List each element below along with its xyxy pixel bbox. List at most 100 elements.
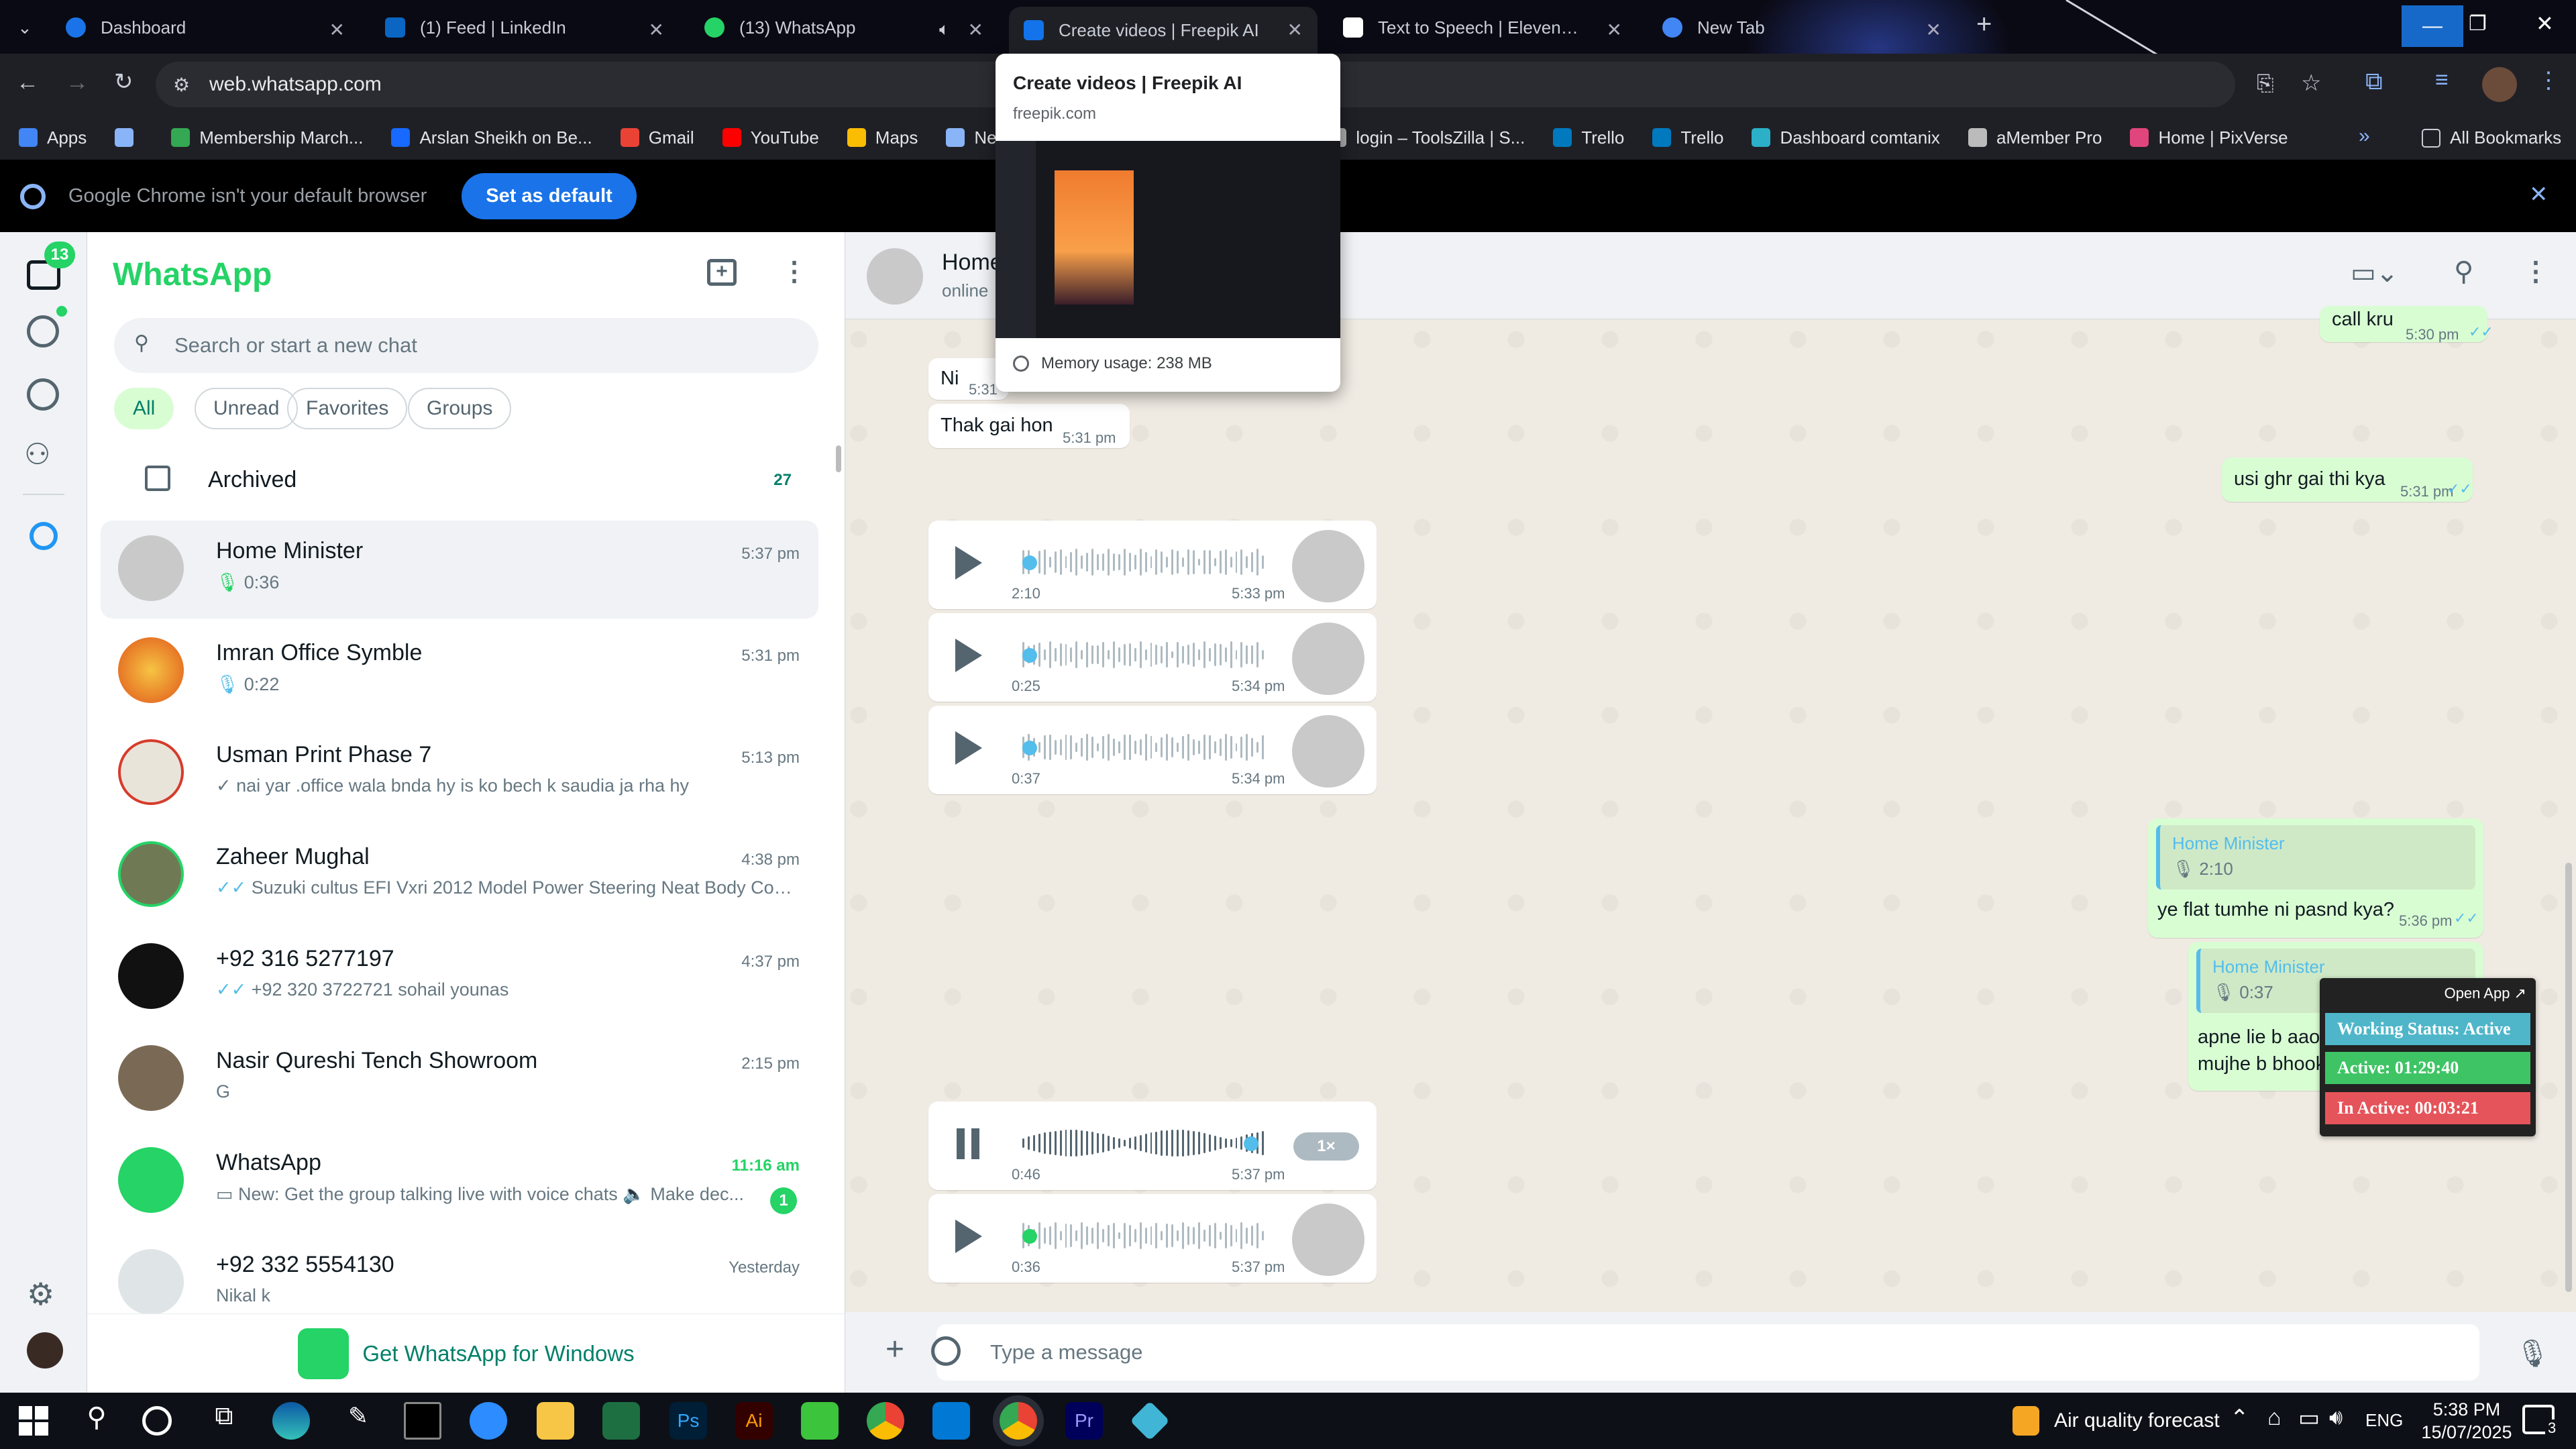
cortana-icon[interactable] xyxy=(142,1406,172,1436)
close-tab-icon[interactable]: ✕ xyxy=(329,19,345,41)
waveform[interactable] xyxy=(1022,733,1265,762)
bookmark-trello[interactable]: Trello xyxy=(1553,127,1624,148)
illustrator-icon[interactable]: Ai xyxy=(735,1402,773,1440)
tab-elevenlabs[interactable]: Text to Speech | ElevenLabs ✕ xyxy=(1328,7,1637,48)
open-app-link[interactable]: Open App ↗ xyxy=(2445,985,2526,1002)
bookmark-youtube[interactable]: YouTube xyxy=(722,127,819,148)
tab-whatsapp[interactable]: (13) WhatsApp 🔈︎ ✕ xyxy=(690,7,998,48)
scrollbar[interactable] xyxy=(2565,863,2572,1292)
search-input[interactable]: ⚲ Search or start a new chat xyxy=(114,318,818,373)
chat-item-imran[interactable]: Imran Office Symble 5:31 pm 🎙︎ 0:22 xyxy=(101,623,818,720)
meta-ai-icon[interactable] xyxy=(30,522,58,550)
language-indicator[interactable]: ENG xyxy=(2365,1410,2403,1431)
restore-button[interactable]: ❐ xyxy=(2469,12,2487,36)
sticker-icon[interactable] xyxy=(931,1336,961,1366)
message-input[interactable]: Type a message xyxy=(931,1324,2479,1381)
media-control-icon[interactable]: ≡ xyxy=(2435,67,2449,93)
message-out[interactable]: call kru 5:30 pm ✓✓ xyxy=(2320,306,2493,343)
chat-item-usman[interactable]: Usman Print Phase 7 5:13 pm ✓ nai yar .o… xyxy=(101,724,818,822)
voice-message[interactable]: 2:10 5:33 pm xyxy=(928,521,1377,609)
reload-icon[interactable]: ↻ xyxy=(114,68,133,95)
settings-icon[interactable]: ⚙ xyxy=(27,1276,54,1312)
mic-icon[interactable]: 🎙︎ xyxy=(2516,1338,2550,1369)
tab-freepik[interactable]: Create videos | Freepik AI ✕ xyxy=(1009,7,1318,54)
waveform-scrubber[interactable] xyxy=(1022,741,1037,755)
contact-avatar[interactable] xyxy=(867,248,923,305)
voice-message-playing[interactable]: 0:46 5:37 pm 1× xyxy=(928,1102,1377,1190)
play-icon[interactable] xyxy=(955,1220,982,1253)
profile-avatar[interactable] xyxy=(27,1332,63,1368)
chrome-icon[interactable] xyxy=(867,1402,904,1440)
voice-message[interactable]: 0:37 5:34 pm xyxy=(928,706,1377,794)
bookmark-pixverse[interactable]: Home | PixVerse xyxy=(2130,127,2288,148)
premiere-icon[interactable]: Pr xyxy=(1065,1402,1103,1440)
speaker-icon[interactable]: 🔈︎ xyxy=(939,19,950,40)
chat-item-number-1[interactable]: +92 316 5277197 4:37 pm ✓✓ +92 320 37227… xyxy=(101,928,818,1026)
tab-linkedin[interactable]: (1) Feed | LinkedIn ✕ xyxy=(370,7,679,48)
bookmark-membership[interactable]: Membership March... xyxy=(171,127,363,148)
status-nav-icon[interactable] xyxy=(27,315,59,347)
play-icon[interactable] xyxy=(955,731,982,765)
new-chat-icon[interactable]: + xyxy=(707,259,737,286)
waveform-scrubber[interactable] xyxy=(1022,1229,1037,1244)
communities-nav-icon[interactable]: ⚇ xyxy=(24,437,50,472)
app-green-icon[interactable] xyxy=(801,1402,839,1440)
site-info-icon[interactable]: ⚙ xyxy=(173,74,190,96)
clock-date[interactable]: 15/07/2025 xyxy=(2418,1422,2516,1443)
waveform-scrubber[interactable] xyxy=(1022,648,1037,663)
bookmark-amember[interactable]: aMember Pro xyxy=(1968,127,2102,148)
menu-icon[interactable]: ⋮ xyxy=(2522,256,2549,287)
edge-icon[interactable] xyxy=(272,1402,310,1440)
close-tab-icon[interactable]: ✕ xyxy=(1926,19,1941,41)
get-whatsapp-windows-banner[interactable]: Get WhatsApp for Windows xyxy=(87,1313,845,1393)
chat-item-nasir[interactable]: Nasir Qureshi Tench Showroom 2:15 pm G xyxy=(101,1030,818,1128)
minimize-button[interactable]: — xyxy=(2402,5,2463,47)
bookmark-toolszilla[interactable]: login – ToolsZilla | S... xyxy=(1328,127,1525,148)
filter-unread[interactable]: Unread xyxy=(195,388,299,429)
attach-plus-icon[interactable]: + xyxy=(885,1334,904,1366)
install-app-icon[interactable]: ⎘ xyxy=(2257,71,2274,97)
chat-item-home-minister[interactable]: Home Minister 5:37 pm 🎙︎ 0:36 xyxy=(101,521,818,619)
chat-item-zaheer[interactable]: Zaheer Mughal 4:38 pm ✓✓ Suzuki cultus E… xyxy=(101,826,818,924)
volume-icon[interactable]: 🔊︎ xyxy=(2329,1405,2343,1430)
filter-groups[interactable]: Groups xyxy=(408,388,512,429)
terminal-icon[interactable] xyxy=(404,1402,441,1440)
file-explorer-icon[interactable] xyxy=(537,1402,574,1440)
tray-app-icon[interactable]: ⌂ xyxy=(2267,1405,2282,1431)
close-infobar-icon[interactable]: ✕ xyxy=(2529,181,2548,208)
message-in[interactable]: Thak gai hon 5:31 pm xyxy=(928,404,1130,448)
close-tab-icon[interactable]: ✕ xyxy=(1287,19,1303,41)
waveform[interactable] xyxy=(1022,640,1265,669)
waveform[interactable] xyxy=(1022,1221,1265,1250)
start-button[interactable] xyxy=(15,1402,52,1440)
network-icon[interactable]: ▭ xyxy=(2298,1405,2320,1432)
new-tab-button[interactable]: + xyxy=(1976,9,1992,40)
vscode-icon[interactable] xyxy=(932,1402,970,1440)
tab-newtab[interactable]: New Tab ✕ xyxy=(1648,7,1956,48)
voice-message[interactable]: 0:25 5:34 pm xyxy=(928,613,1377,702)
menu-icon[interactable]: ⋮ xyxy=(781,256,808,287)
all-bookmarks[interactable]: All Bookmarks xyxy=(2422,127,2561,148)
tray-chevron-icon[interactable]: ⌃ xyxy=(2230,1405,2249,1432)
excel-icon[interactable] xyxy=(602,1402,640,1440)
close-tab-icon[interactable]: ✕ xyxy=(649,19,664,41)
close-window-button[interactable]: ✕ xyxy=(2536,11,2554,36)
zoom-icon[interactable] xyxy=(470,1402,507,1440)
tab-dashboard[interactable]: Dashboard ✕ xyxy=(51,7,360,48)
quoted-message[interactable]: Home Minister 🎙︎ 2:10 xyxy=(2156,825,2475,890)
weather-widget[interactable]: Air quality forecast xyxy=(2012,1406,2220,1436)
forward-icon[interactable]: → xyxy=(66,70,89,96)
scrollbar[interactable] xyxy=(836,445,841,472)
set-default-button[interactable]: Set as default xyxy=(462,172,637,219)
close-tab-icon[interactable]: ✕ xyxy=(1607,19,1622,41)
archived-row[interactable]: Archived 27 xyxy=(101,445,818,513)
bookmark-grid[interactable] xyxy=(115,128,143,147)
search-icon[interactable]: ⚲ xyxy=(2454,256,2473,287)
waveform[interactable] xyxy=(1022,1128,1265,1158)
video-call-icon[interactable]: ▭⌄ xyxy=(2351,258,2398,288)
extensions-icon[interactable]: ⧉ xyxy=(2365,67,2383,96)
chrome-active-icon[interactable] xyxy=(1000,1402,1037,1440)
back-icon[interactable]: ← xyxy=(16,70,39,96)
tab-search-button[interactable]: ⌄ xyxy=(17,17,32,38)
waveform-scrubber[interactable] xyxy=(1022,555,1037,570)
